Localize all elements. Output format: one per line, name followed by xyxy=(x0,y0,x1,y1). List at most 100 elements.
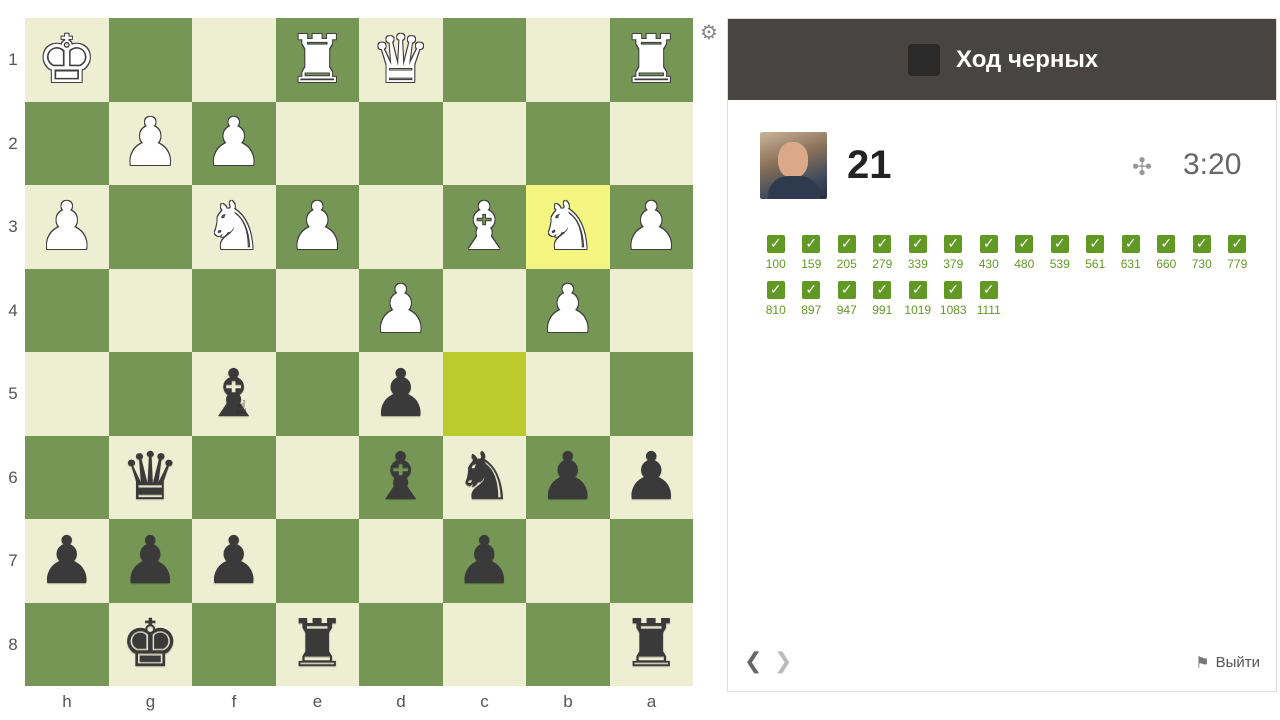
white-pawn-piece[interactable]: ♟ xyxy=(204,110,263,176)
board-square[interactable] xyxy=(442,268,526,352)
board-square[interactable] xyxy=(442,101,526,185)
board-square[interactable] xyxy=(275,352,359,436)
board-square[interactable] xyxy=(25,101,109,185)
board-square[interactable]: ♜ xyxy=(609,602,693,686)
board-square[interactable] xyxy=(359,101,443,185)
white-pawn-piece[interactable]: ♟ xyxy=(371,277,430,343)
board-square[interactable]: ♞ xyxy=(192,185,276,269)
board-square[interactable]: ♟ xyxy=(108,519,192,603)
board-square[interactable] xyxy=(108,185,192,269)
board-square[interactable]: ♟ xyxy=(526,268,610,352)
black-queen-piece[interactable]: ♛ xyxy=(121,444,180,510)
white-knight-piece[interactable]: ♞ xyxy=(204,193,263,260)
board-square[interactable] xyxy=(25,435,109,519)
board-square[interactable]: ♟ xyxy=(275,185,359,269)
board-square[interactable]: ♟ xyxy=(442,519,526,603)
white-king-piece[interactable]: ♚ xyxy=(37,26,96,93)
black-knight-piece[interactable]: ♞ xyxy=(455,444,514,510)
white-queen-piece[interactable]: ♛ xyxy=(371,26,430,93)
board-square[interactable] xyxy=(526,519,610,603)
board-square[interactable] xyxy=(359,185,443,269)
board-square[interactable]: ♟ xyxy=(359,268,443,352)
white-pawn-piece[interactable]: ♟ xyxy=(37,193,96,260)
chess-board[interactable]: ♚ ♜ ♛ ♜ ♟ ♟ ♟ ♞ ♟ ♝ ♞ ♟ ♟ ♟ ♝ ♟ ♛ ♝ ♞ ♟ ♟ ♟ ♟ ♟ ♟ ♚ ♜ ♜ xyxy=(25,18,693,686)
board-square[interactable] xyxy=(25,268,109,352)
board-square[interactable] xyxy=(609,101,693,185)
board-square[interactable] xyxy=(442,352,526,436)
black-king-piece[interactable]: ♚ xyxy=(121,611,180,677)
white-pawn-piece[interactable]: ♟ xyxy=(288,193,347,260)
board-square[interactable]: ♟ xyxy=(192,101,276,185)
board-square[interactable]: ♞ xyxy=(442,435,526,519)
settings-gear-icon[interactable]: ⚙ xyxy=(700,20,718,44)
board-square[interactable] xyxy=(526,352,610,436)
board-square[interactable]: ♟ xyxy=(359,352,443,436)
black-bishop-piece[interactable]: ♝ xyxy=(204,360,263,427)
board-square[interactable] xyxy=(442,18,526,102)
board-square[interactable] xyxy=(192,435,276,519)
board-square[interactable] xyxy=(108,18,192,102)
board-square[interactable] xyxy=(609,352,693,436)
checkmark-icon: ✓ xyxy=(802,281,821,299)
board-square[interactable] xyxy=(192,268,276,352)
board-square[interactable] xyxy=(359,519,443,603)
board-square[interactable]: ♜ xyxy=(609,18,693,102)
board-square[interactable] xyxy=(275,268,359,352)
black-pawn-piece[interactable]: ♟ xyxy=(622,444,681,510)
black-pawn-piece[interactable]: ♟ xyxy=(121,527,180,594)
result-item: ✓ 730 xyxy=(1184,235,1220,281)
board-square[interactable] xyxy=(25,602,109,686)
board-square[interactable]: ♟ xyxy=(25,519,109,603)
board-square[interactable] xyxy=(359,602,443,686)
board-square[interactable] xyxy=(442,602,526,686)
white-knight-piece[interactable]: ♞ xyxy=(538,193,597,260)
board-square[interactable]: ♟ xyxy=(108,101,192,185)
white-pawn-piece[interactable]: ♟ xyxy=(622,193,681,260)
board-square[interactable] xyxy=(526,18,610,102)
black-bishop-piece[interactable]: ♝ xyxy=(371,444,430,510)
board-square[interactable] xyxy=(275,101,359,185)
board-square[interactable]: ♟ xyxy=(526,435,610,519)
board-square[interactable] xyxy=(275,435,359,519)
board-square[interactable] xyxy=(108,268,192,352)
board-square[interactable] xyxy=(526,101,610,185)
board-square[interactable]: ♟ xyxy=(192,519,276,603)
white-rook-piece[interactable]: ♜ xyxy=(622,26,681,93)
board-square[interactable] xyxy=(108,352,192,436)
board-square[interactable]: ♞ xyxy=(526,185,610,269)
board-square[interactable] xyxy=(609,268,693,352)
white-bishop-piece[interactable]: ♝ xyxy=(455,193,514,260)
white-rook-piece[interactable]: ♜ xyxy=(288,26,347,93)
black-pawn-piece[interactable]: ♟ xyxy=(37,527,96,594)
board-square[interactable] xyxy=(192,18,276,102)
board-square[interactable] xyxy=(25,352,109,436)
black-pawn-piece[interactable]: ♟ xyxy=(455,527,514,594)
black-rook-piece[interactable]: ♜ xyxy=(288,611,347,677)
board-square[interactable] xyxy=(526,602,610,686)
board-square[interactable]: ♟ xyxy=(25,185,109,269)
board-square[interactable]: ♝ xyxy=(359,435,443,519)
white-pawn-piece[interactable]: ♟ xyxy=(538,277,597,343)
board-square[interactable]: ♛ xyxy=(359,18,443,102)
exit-button[interactable]: ⚑ Выйти xyxy=(1195,653,1260,672)
board-square[interactable]: ♚ xyxy=(25,18,109,102)
chevron-left-icon[interactable]: ❮ xyxy=(744,649,762,674)
board-square[interactable] xyxy=(609,519,693,603)
board-square[interactable]: ♜ xyxy=(275,602,359,686)
black-pawn-piece[interactable]: ♟ xyxy=(204,527,263,594)
board-square[interactable]: ♟ xyxy=(609,185,693,269)
board-square[interactable]: ♜ xyxy=(275,18,359,102)
black-rook-piece[interactable]: ♜ xyxy=(622,611,681,677)
board-square[interactable] xyxy=(192,602,276,686)
white-pawn-piece[interactable]: ♟ xyxy=(121,110,180,176)
board-square[interactable]: ♛ xyxy=(108,435,192,519)
black-pawn-piece[interactable]: ♟ xyxy=(371,360,430,427)
board-square[interactable]: ♝ xyxy=(442,185,526,269)
checkmark-icon: ✓ xyxy=(1192,235,1211,253)
black-pawn-piece[interactable]: ♟ xyxy=(538,444,597,510)
board-square[interactable] xyxy=(275,519,359,603)
board-square[interactable]: ♟ xyxy=(609,435,693,519)
board-square[interactable]: ♝ xyxy=(192,352,276,436)
board-square[interactable]: ♚ xyxy=(108,602,192,686)
chevron-right-icon[interactable]: ❯ xyxy=(774,649,792,674)
